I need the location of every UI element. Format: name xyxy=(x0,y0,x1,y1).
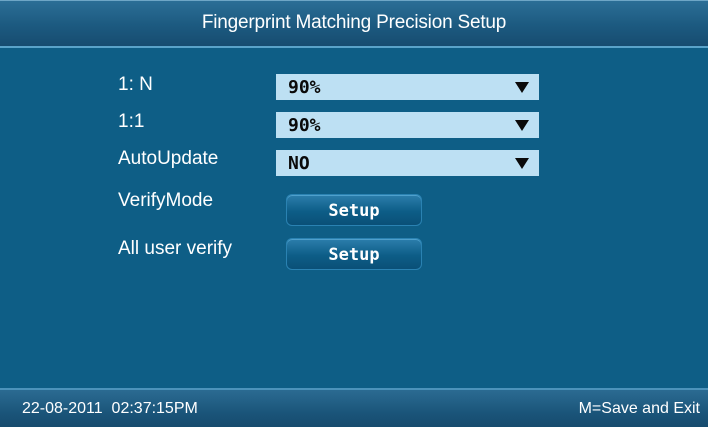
all-user-verify-setup-button[interactable]: Setup xyxy=(286,238,422,270)
all-user-verify-label: All user verify xyxy=(118,238,233,259)
one-to-n-label: 1: N xyxy=(118,74,153,95)
auto-update-value: NO xyxy=(288,153,310,174)
title-bar: Fingerprint Matching Precision Setup xyxy=(0,0,708,48)
verify-mode-setup-button[interactable]: Setup xyxy=(286,194,422,226)
one-to-n-value: 90% xyxy=(288,77,321,98)
status-bar: 22-08-2011 02:37:15PM M=Save and Exit xyxy=(0,388,708,427)
page-title: Fingerprint Matching Precision Setup xyxy=(201,12,507,33)
verify-mode-setup-label: Setup xyxy=(328,201,380,221)
dropdown-arrow-icon[interactable] xyxy=(515,82,529,93)
status-hint: M=Save and Exit xyxy=(578,400,700,417)
status-datetime: 22-08-2011 02:37:15PM xyxy=(22,400,198,417)
auto-update-select[interactable]: NO xyxy=(276,150,539,176)
all-user-verify-setup-label: Setup xyxy=(328,245,380,265)
dropdown-arrow-icon[interactable] xyxy=(515,158,529,169)
verify-mode-label: VerifyMode xyxy=(118,190,214,211)
one-to-one-value: 90% xyxy=(288,115,321,136)
one-to-one-label: 1:1 xyxy=(118,111,145,132)
one-to-n-select[interactable]: 90% xyxy=(276,74,539,100)
device-screen: Fingerprint Matching Precision Setup 1: … xyxy=(0,0,708,427)
dropdown-arrow-icon[interactable] xyxy=(515,120,529,131)
auto-update-label: AutoUpdate xyxy=(118,148,219,169)
one-to-one-select[interactable]: 90% xyxy=(276,112,539,138)
